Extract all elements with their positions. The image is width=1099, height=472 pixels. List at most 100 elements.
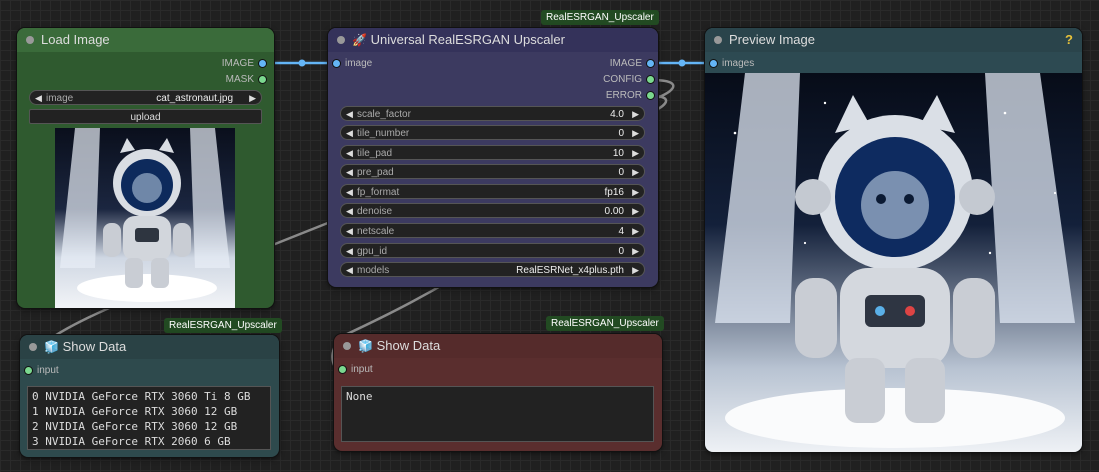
arrow-left-icon[interactable]: ◀: [346, 165, 353, 180]
help-icon[interactable]: ?: [1065, 28, 1073, 52]
output-image-slot[interactable]: IMAGE: [610, 57, 654, 71]
load-image-header[interactable]: Load Image: [17, 28, 274, 52]
input-image-slot[interactable]: image: [333, 57, 372, 71]
arrow-left-icon[interactable]: ◀: [346, 185, 353, 200]
widget-label: fp_format: [357, 187, 400, 198]
widget-tile-number[interactable]: ◀ tile_number 0 ▶: [340, 125, 645, 140]
output-pin-icon[interactable]: [647, 92, 654, 99]
output-image-slot[interactable]: IMAGE: [222, 57, 266, 71]
widget-label: netscale: [357, 226, 395, 237]
widget-label: image: [46, 93, 74, 104]
showdata2-header[interactable]: 🧊 Show Data: [334, 334, 662, 358]
gpu-line: 2 NVIDIA GeForce RTX 3060 12 GB: [32, 420, 238, 433]
slot-label: input: [37, 365, 59, 376]
upload-button[interactable]: upload: [29, 109, 262, 124]
arrow-right-icon[interactable]: ▶: [632, 185, 639, 200]
arrow-right-icon[interactable]: ▶: [632, 204, 639, 219]
slot-label: MASK: [225, 74, 254, 85]
collapse-dot-icon[interactable]: [29, 343, 37, 351]
cube-icon: 🧊: [358, 339, 373, 353]
input-slot[interactable]: input: [25, 364, 59, 378]
widget-label: scale_factor: [357, 109, 411, 120]
widget-value: 10: [612, 148, 624, 159]
collapse-dot-icon[interactable]: [714, 36, 722, 44]
widget-value: 4.0: [610, 109, 624, 120]
widget-tile-pad[interactable]: ◀ tile_pad 10 ▶: [340, 145, 645, 160]
preview-image-node[interactable]: Preview Image ? images: [705, 28, 1082, 452]
widget-pre-pad[interactable]: ◀ pre_pad 0 ▶: [340, 164, 645, 179]
output-pin-icon[interactable]: [259, 76, 266, 83]
output-config-slot[interactable]: CONFIG: [603, 73, 654, 87]
gpu-line: 0 NVIDIA GeForce RTX 3060 Ti 8 GB: [32, 390, 251, 403]
gpu-line: 3 NVIDIA GeForce RTX 2060 6 GB: [32, 435, 231, 448]
widget-label: models: [357, 265, 390, 276]
arrow-right-icon[interactable]: ▶: [632, 263, 639, 278]
widget-netscale[interactable]: ◀ netscale 4 ▶: [340, 223, 645, 238]
input-pin-icon[interactable]: [25, 367, 32, 374]
load-image-node[interactable]: Load Image IMAGE MASK ◀ image cat_astron…: [17, 28, 274, 308]
node-title: Show Data: [376, 338, 441, 353]
arrow-right-icon[interactable]: ▶: [632, 224, 639, 239]
show-data-node-1[interactable]: 🧊 Show Data input 0 NVIDIA GeForce RTX 3…: [20, 335, 279, 457]
output-pin-icon[interactable]: [647, 76, 654, 83]
collapse-dot-icon[interactable]: [26, 36, 34, 44]
widget-value: fp16: [604, 187, 624, 198]
collapse-dot-icon[interactable]: [343, 342, 351, 350]
arrow-left-icon[interactable]: ◀: [346, 244, 353, 259]
upscaler-header[interactable]: 🚀 Universal RealESRGAN Upscaler: [328, 28, 658, 52]
widget-value: RealESRNet_x4plus.pth: [516, 265, 624, 276]
widget-scale-factor[interactable]: ◀ scale_factor 4.0 ▶: [340, 106, 645, 121]
arrow-right-icon[interactable]: ▶: [249, 91, 256, 106]
upscaler-node[interactable]: 🚀 Universal RealESRGAN Upscaler image IM…: [328, 28, 658, 287]
arrow-left-icon[interactable]: ◀: [346, 146, 353, 161]
input-pin-icon[interactable]: [339, 366, 346, 373]
widget-value: 0: [618, 246, 624, 257]
output-line: None: [346, 390, 373, 403]
cube-icon: 🧊: [44, 340, 59, 354]
slot-label: CONFIG: [603, 74, 642, 85]
widget-label: tile_number: [357, 128, 410, 139]
gpu-list-output[interactable]: 0 NVIDIA GeForce RTX 3060 Ti 8 GB 1 NVIDI…: [27, 386, 271, 450]
widget-models[interactable]: ◀ models RealESRNet_x4plus.pth ▶: [340, 262, 645, 277]
arrow-right-icon[interactable]: ▶: [632, 146, 639, 161]
node-title: Show Data: [62, 339, 127, 354]
output-pin-icon[interactable]: [647, 60, 654, 67]
cat-astronaut-icon: [60, 128, 230, 302]
preview-header[interactable]: Preview Image ?: [705, 28, 1082, 52]
show-data-node-2[interactable]: 🧊 Show Data input None: [334, 334, 662, 451]
upscaler-badge: RealESRGAN_Upscaler: [541, 10, 659, 25]
output-error-slot[interactable]: ERROR: [606, 89, 654, 103]
widget-label: gpu_id: [357, 246, 388, 257]
widget-value: 0.00: [604, 206, 624, 217]
input-images-slot[interactable]: images: [710, 57, 754, 71]
output-pin-icon[interactable]: [259, 60, 266, 67]
slot-label: image: [345, 58, 373, 69]
arrow-right-icon[interactable]: ▶: [632, 107, 639, 122]
widget-value: 0: [618, 167, 624, 178]
input-pin-icon[interactable]: [710, 60, 717, 67]
image-select-widget[interactable]: ◀ image cat_astronaut.jpg ▶: [29, 90, 262, 105]
slot-label: ERROR: [605, 90, 642, 101]
error-output[interactable]: None: [341, 386, 654, 442]
collapse-dot-icon[interactable]: [337, 36, 345, 44]
widget-gpu-id[interactable]: ◀ gpu_id 0 ▶: [340, 243, 645, 258]
showdata2-badge: RealESRGAN_Upscaler: [546, 316, 664, 331]
output-mask-slot[interactable]: MASK: [226, 73, 266, 87]
slot-label: input: [351, 364, 373, 375]
arrow-left-icon[interactable]: ◀: [346, 224, 353, 239]
input-pin-icon[interactable]: [333, 60, 340, 67]
slot-label: IMAGE: [221, 58, 254, 69]
arrow-right-icon[interactable]: ▶: [632, 126, 639, 141]
arrow-left-icon[interactable]: ◀: [346, 107, 353, 122]
widget-denoise[interactable]: ◀ denoise 0.00 ▶: [340, 203, 645, 218]
widget-fp-format[interactable]: ◀ fp_format fp16 ▶: [340, 184, 645, 199]
cat-astronaut-icon: [715, 73, 1075, 448]
arrow-left-icon[interactable]: ◀: [346, 126, 353, 141]
arrow-right-icon[interactable]: ▶: [632, 165, 639, 180]
arrow-left-icon[interactable]: ◀: [35, 91, 42, 106]
arrow-left-icon[interactable]: ◀: [346, 204, 353, 219]
arrow-right-icon[interactable]: ▶: [632, 244, 639, 259]
showdata1-header[interactable]: 🧊 Show Data: [20, 335, 279, 359]
input-slot[interactable]: input: [339, 363, 373, 377]
arrow-left-icon[interactable]: ◀: [346, 263, 353, 278]
